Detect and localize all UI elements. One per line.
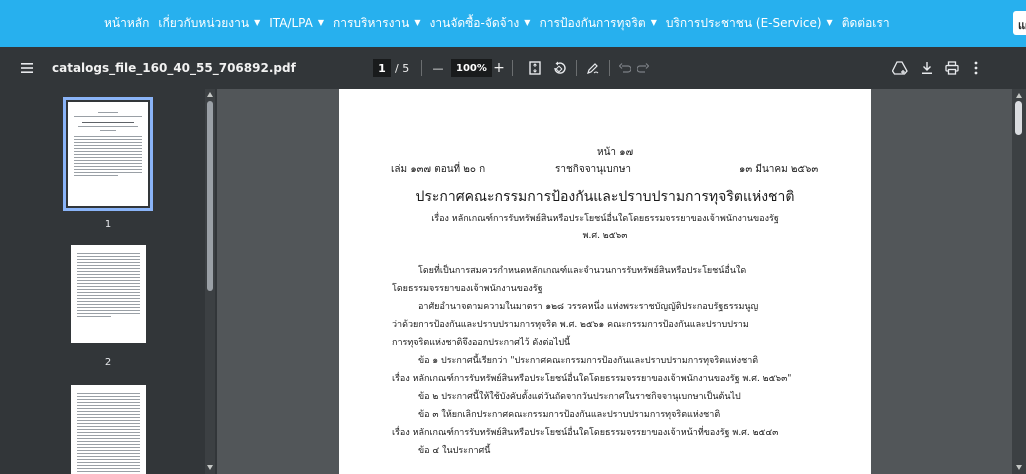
body-line: โดยธรรมจรรยาของเจ้าพนักงานของรัฐ: [392, 284, 543, 294]
caret-down-icon: ▼: [317, 18, 324, 27]
thumbnail-page-number: 2: [104, 357, 112, 368]
hamburger-icon: [16, 57, 38, 79]
caret-down-icon: ▼: [524, 18, 531, 27]
page-number-input[interactable]: 1: [373, 59, 391, 77]
download-button[interactable]: [916, 47, 938, 89]
scroll-up-arrow-icon[interactable]: [1016, 93, 1022, 98]
print-button[interactable]: [941, 47, 963, 89]
body-line: ข้อ ๑ ประกาศนี้เรียกว่า "ประกาศคณะกรรมกา…: [418, 356, 759, 366]
thumbnail-page-3[interactable]: [71, 385, 146, 474]
body-line: อาศัยอำนาจตามความในมาตรา ๑๒๘ วรรคหนึ่ง แ…: [418, 302, 759, 312]
more-actions-button[interactable]: [965, 47, 987, 89]
pen-icon: [582, 57, 604, 79]
redo-icon: [634, 57, 652, 79]
caret-down-icon: ▼: [826, 18, 833, 27]
undo-button[interactable]: [616, 47, 634, 89]
body-line: เรื่อง หลักเกณฑ์การรับทรัพย์สินหรือประโย…: [392, 374, 792, 384]
body-line: ข้อ ๒ ประกาศนี้ให้ใช้บังคับตั้งแต่วันถัด…: [418, 392, 741, 402]
sidebar-scrollbar-thumb[interactable]: [207, 101, 213, 291]
zoom-in-icon: +: [493, 60, 505, 76]
file-name: catalogs_file_160_40_55_706892.pdf: [52, 61, 296, 75]
gazette-volume: เล่ม ๑๓๗ ตอนที่ ๒๐ ก: [391, 164, 486, 175]
nav-procurement[interactable]: งานจัดซื้อ-จัดจ้าง ▼: [430, 15, 531, 31]
zoom-in-button[interactable]: +: [492, 47, 506, 89]
toolbar-divider: [609, 60, 610, 76]
document-subject: เรื่อง หลักเกณฑ์การรับทรัพย์สินหรือประโย…: [431, 214, 779, 224]
toolbar-divider: [576, 60, 577, 76]
nav-about[interactable]: เกี่ยวกับหน่วยงาน ▼: [158, 15, 260, 31]
body-line: โดยที่เป็นการสมควรกำหนดหลักเกณฑ์และจำนวน…: [418, 266, 747, 276]
main-scrollbar[interactable]: [1012, 89, 1026, 474]
site-nav-bar: หน้าหลัก เกี่ยวกับหน่วยงาน ▼ ITA/LPA ▼ การ…: [0, 0, 1026, 47]
thumbnail-page-number: 1: [104, 219, 112, 230]
nav-anti-corruption[interactable]: การป้องกันการทุจริต ▼: [539, 15, 656, 31]
fit-page-icon: [524, 57, 546, 79]
scroll-up-arrow-icon[interactable]: [207, 92, 213, 97]
save-to-drive-button[interactable]: [889, 47, 911, 89]
pdf-page: หน้า ๑๗ เล่ม ๑๓๗ ตอนที่ ๒๐ ก ราชกิจจานุเ…: [339, 89, 871, 474]
nav-e-service[interactable]: บริการประชาชน (E-Service) ▼: [666, 15, 833, 31]
fit-page-button[interactable]: [524, 47, 546, 89]
nav-ita-lpa-label: ITA/LPA: [269, 16, 313, 30]
caret-down-icon: ▼: [414, 18, 421, 27]
annotate-button[interactable]: [582, 47, 604, 89]
zoom-out-icon: —: [432, 61, 444, 75]
body-line: ข้อ ๔ ในประกาศนี้: [418, 446, 491, 456]
page-total: / 5: [395, 61, 410, 75]
nav-e-service-label: บริการประชาชน (E-Service): [665, 16, 822, 30]
nav-contact[interactable]: ติดต่อเรา: [842, 15, 890, 31]
toolbar-divider: [421, 60, 422, 76]
body-line: ข้อ ๓ ให้ยกเลิกประกาศคณะกรรมการป้องกันแล…: [418, 410, 721, 420]
nav-management[interactable]: การบริหารงาน ▼: [333, 15, 421, 31]
rotate-icon: [548, 57, 570, 79]
nav-about-label: เกี่ยวกับหน่วยงาน: [158, 16, 250, 30]
redo-button[interactable]: [634, 47, 652, 89]
site-menu: หน้าหลัก เกี่ยวกับหน่วยงาน ▼ ITA/LPA ▼ การ…: [104, 15, 899, 31]
body-line: ว่าด้วยการป้องกันและปราบปรามการทุจริต พ.…: [392, 320, 749, 330]
caret-down-icon: ▼: [650, 18, 657, 27]
page-label: หน้า ๑๗: [597, 147, 634, 158]
scroll-down-arrow-icon[interactable]: [207, 465, 213, 470]
body-line: เรื่อง หลักเกณฑ์การรับทรัพย์สินหรือประโย…: [392, 428, 779, 438]
language-button[interactable]: แผ: [1013, 11, 1026, 35]
body-line: การทุจริตแห่งชาติจึงออกประกาศไว้ ดังต่อไ…: [392, 338, 571, 348]
gazette-date: ๑๓ มีนาคม ๒๕๖๓: [739, 164, 819, 175]
thumbnail-page-1[interactable]: [63, 97, 153, 211]
nav-management-label: การบริหารงาน: [332, 16, 410, 30]
scroll-down-arrow-icon[interactable]: [1016, 465, 1022, 470]
rotate-button[interactable]: [548, 47, 570, 89]
more-vert-icon: [965, 57, 987, 79]
thumbnail-page-2[interactable]: [71, 245, 146, 343]
undo-icon: [616, 57, 634, 79]
document-title: ประกาศคณะกรรมการป้องกันและปราบปรามการทุจ…: [415, 189, 795, 205]
drive-icon: [889, 57, 911, 79]
nav-contact-label: ติดต่อเรา: [841, 16, 890, 30]
gazette-name: ราชกิจจานุเบกษา: [555, 164, 632, 175]
toolbar-divider: [512, 60, 513, 76]
thumbnail-sidebar: 1 2: [0, 89, 217, 474]
pdf-toolbar: catalogs_file_160_40_55_706892.pdf 1 / 5…: [0, 47, 1026, 89]
sidebar-toggle-button[interactable]: [16, 47, 38, 89]
nav-home-label: หน้าหลัก: [104, 16, 150, 30]
zoom-out-button[interactable]: —: [430, 47, 446, 89]
nav-ita-lpa[interactable]: ITA/LPA ▼: [269, 15, 324, 31]
main-scrollbar-thumb[interactable]: [1015, 101, 1022, 135]
nav-home[interactable]: หน้าหลัก: [104, 15, 149, 31]
document-year: พ.ศ. ๒๕๖๓: [582, 231, 628, 241]
print-icon: [941, 57, 963, 79]
nav-procurement-label: งานจัดซื้อ-จัดจ้าง: [429, 16, 520, 30]
zoom-level-input[interactable]: 100%: [451, 59, 492, 77]
nav-anti-corruption-label: การป้องกันการทุจริต: [539, 16, 646, 30]
caret-down-icon: ▼: [254, 18, 261, 27]
download-icon: [916, 57, 938, 79]
